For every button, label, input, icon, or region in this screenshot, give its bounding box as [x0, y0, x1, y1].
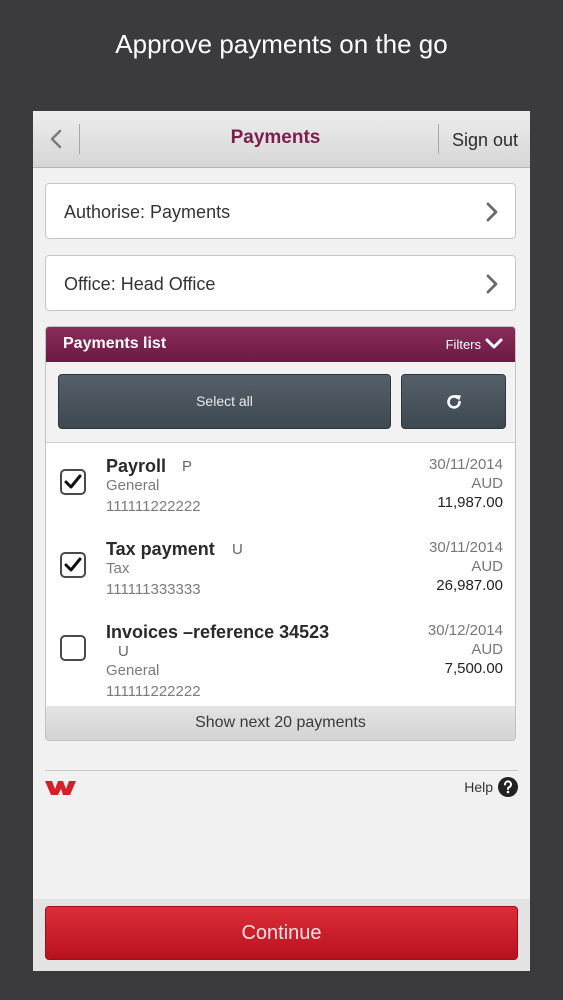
payment-currency: AUD	[471, 558, 503, 575]
payment-checkbox[interactable]	[60, 552, 86, 578]
refresh-button[interactable]	[401, 374, 506, 429]
payment-name: Payroll	[106, 456, 167, 476]
payments-list-panel: Payments list Filters Select all Payroll…	[45, 326, 516, 741]
promo-caption: Approve payments on the go	[115, 29, 448, 59]
payment-currency: AUD	[471, 641, 503, 658]
payment-account: 111111222222	[106, 683, 201, 700]
payment-currency: AUD	[471, 475, 503, 492]
office-selector[interactable]: Office: Head Office	[45, 255, 516, 311]
payment-checkbox[interactable]	[60, 469, 86, 495]
chevron-right-icon	[486, 274, 498, 294]
payment-tag: U	[118, 643, 129, 660]
payments-list-title: Payments list	[63, 335, 167, 352]
payment-date: 30/11/2014	[429, 456, 503, 473]
payment-row[interactable]: Invoices –reference 34523 U General 1111…	[46, 609, 515, 706]
payment-checkbox[interactable]	[60, 635, 86, 661]
help-icon	[498, 777, 518, 797]
payment-row[interactable]: Payroll P General 111111222222 30/11/201…	[46, 443, 515, 527]
app-screen: Payments Sign out Authorise: Payments Of…	[33, 111, 530, 971]
bank-logo-icon	[45, 781, 76, 795]
page-title: Payments	[230, 127, 321, 148]
filters-label: Filters	[445, 336, 481, 352]
back-button[interactable]	[33, 111, 79, 167]
checkmark-icon	[64, 557, 82, 572]
authorise-selector[interactable]: Authorise: Payments	[45, 183, 516, 239]
top-navigation-bar: Payments Sign out	[33, 111, 530, 168]
payment-account: 111111222222	[106, 498, 201, 515]
payment-account: 111111333333	[106, 581, 201, 598]
filters-toggle[interactable]: Filters	[446, 327, 503, 361]
payment-name: Invoices –reference 34523	[106, 622, 330, 642]
authorise-selector-label: Authorise: Payments	[64, 202, 231, 222]
payment-tag: U	[232, 541, 243, 558]
help-label: Help	[464, 779, 493, 795]
bottom-action-bar: Continue	[33, 899, 530, 971]
show-next-payments-button[interactable]: Show next 20 payments	[46, 706, 515, 740]
select-all-button[interactable]: Select all	[58, 374, 391, 429]
payment-name: Tax payment	[106, 539, 215, 559]
continue-button[interactable]: Continue	[45, 906, 518, 960]
payment-category: General	[106, 477, 160, 494]
chevron-down-icon	[485, 338, 503, 349]
payments-list-header: Payments list Filters	[46, 327, 515, 362]
payment-category: Tax	[106, 560, 130, 577]
list-toolbar: Select all	[46, 362, 515, 443]
chevron-right-icon	[486, 202, 498, 222]
help-link[interactable]: Help	[464, 777, 518, 797]
footer-divider	[45, 770, 518, 771]
back-chevron-icon	[50, 129, 62, 149]
payment-date: 30/12/2014	[427, 622, 503, 639]
payment-tag: P	[182, 458, 193, 475]
payment-amount: 26,987.00	[436, 577, 503, 594]
payment-category: General	[106, 662, 160, 679]
nav-divider-right	[438, 124, 439, 154]
sign-out-button[interactable]: Sign out	[452, 111, 518, 167]
payment-date: 30/11/2014	[429, 539, 503, 556]
payment-amount: 7,500.00	[444, 660, 503, 677]
payment-amount: 11,987.00	[437, 494, 503, 511]
refresh-icon	[446, 394, 461, 409]
office-selector-label: Office: Head Office	[64, 274, 216, 294]
checkmark-icon	[64, 474, 82, 489]
nav-divider-left	[79, 124, 80, 154]
payment-row[interactable]: Tax payment U Tax 111111333333 30/11/201…	[46, 526, 515, 610]
